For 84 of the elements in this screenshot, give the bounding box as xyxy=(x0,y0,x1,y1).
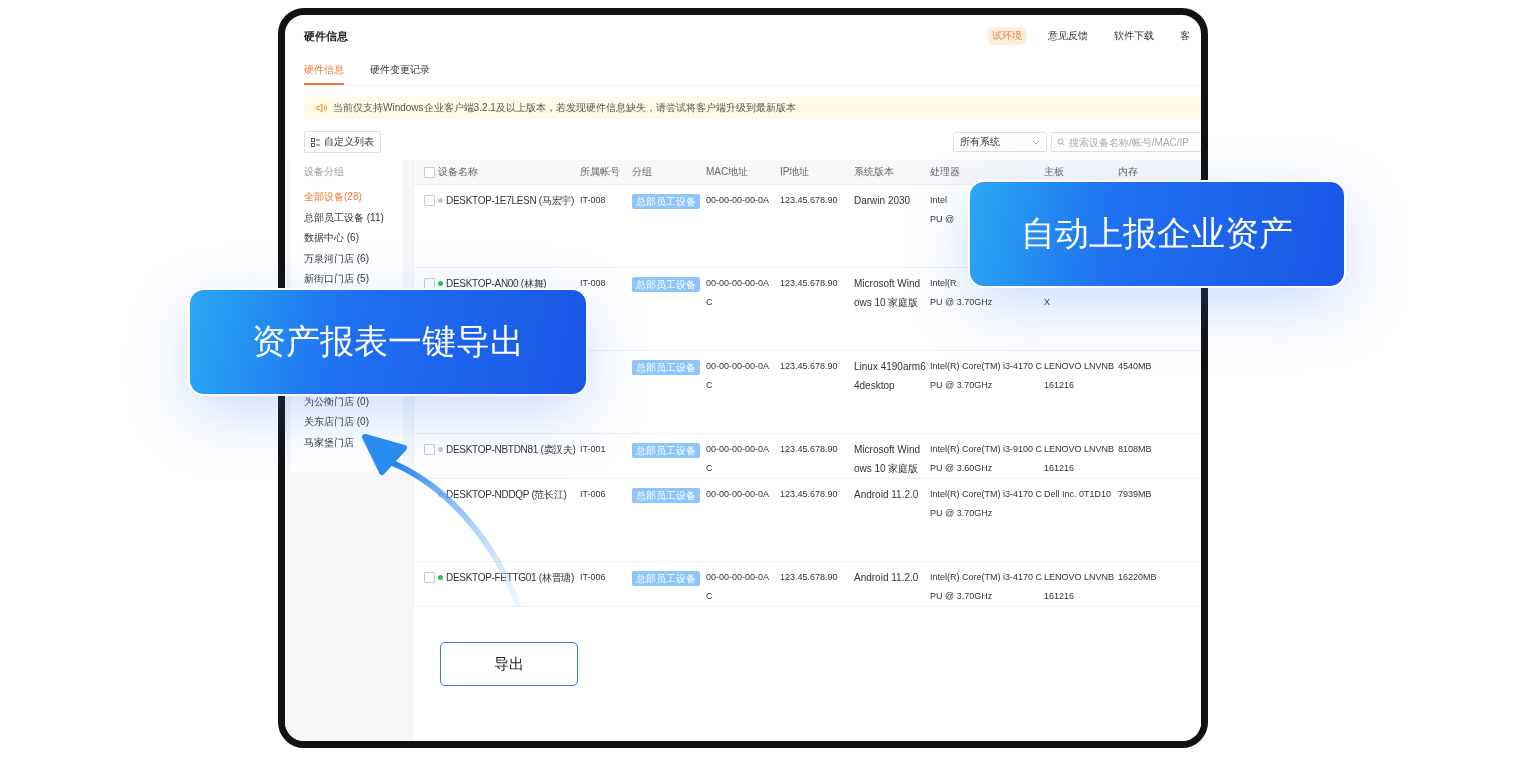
table-cell: Intel(R) Core(TM) i3-4170 C PU @ 3.70GHz xyxy=(930,361,1043,390)
table-cell: 123.45.678.90 xyxy=(780,278,838,288)
device-name: DESKTOP-1E7LESN (马宏宇) xyxy=(446,194,574,208)
checkbox[interactable] xyxy=(424,572,435,583)
notice-text: 当前仅支持Windows企业客户端3.2.1及以上版本，若发现硬件信息缺失，请尝试将客户端升级到最新版本 xyxy=(333,101,796,115)
table-cell: 00-00-00-00-0A xyxy=(706,489,770,499)
table-cell: 00-00-00-00-0A xyxy=(706,195,770,205)
table-cell: LENOVO LNVNB 161216 xyxy=(1044,444,1115,473)
table-cell: 123.45.678.90 xyxy=(780,361,838,371)
column-header: IP地址 xyxy=(780,166,810,177)
custom-list-button[interactable]: 自定义列表 xyxy=(304,131,381,153)
table-cell: 16220MB xyxy=(1118,572,1157,582)
table-cell: Intel PU @ xyxy=(930,195,955,224)
table-cell: LENOVO LNVNB 161216 xyxy=(1044,572,1115,601)
sidebar-item[interactable]: 总部员工设备 (11) xyxy=(304,211,384,224)
table-cell: IT-001 xyxy=(580,444,606,454)
group-tag: 总部员工设备 xyxy=(632,488,700,503)
table-cell: Linux 4190arm6 4desktop xyxy=(854,361,926,391)
speaker-icon xyxy=(316,103,327,113)
table-cell: 00-00-00-00-0A C xyxy=(706,444,770,473)
device-name: DESKTOP-NDDQP (范长江) xyxy=(446,488,567,502)
group-tag: 总部员工设备 xyxy=(632,277,700,292)
search-icon xyxy=(1057,138,1065,146)
group-tag: 总部员工设备 xyxy=(632,360,700,375)
column-header: 内存 xyxy=(1118,166,1138,177)
table-cell: Intel(R) Core(TM) i3-9100 C PU @ 3.60GHz xyxy=(930,444,1043,473)
table-cell: Android 11.2.0 xyxy=(854,572,919,583)
tab[interactable]: 硬件变更记录 xyxy=(370,63,430,85)
list-icon xyxy=(311,137,320,147)
column-header: 处理器 xyxy=(930,166,960,177)
sidebar-item[interactable]: 新街口门店 (5) xyxy=(304,273,369,285)
table-cell: 4540MB xyxy=(1118,361,1152,371)
column-header: MAC地址 xyxy=(706,166,749,177)
callout-banner: 自动上报企业资产 xyxy=(968,180,1346,288)
group-tag: 总部员工设备 xyxy=(632,194,700,209)
checkbox[interactable] xyxy=(424,166,435,178)
column-header: 所属帐号 xyxy=(580,166,620,177)
table-cell: 00-00-00-00-0A C xyxy=(706,361,770,390)
table-cell: LENOVO LNVNB 161216 xyxy=(1044,361,1115,390)
table-cell: X xyxy=(1044,297,1050,307)
group-tag: 总部员工设备 xyxy=(632,571,700,586)
chevron-down-icon xyxy=(1032,139,1040,145)
table-cell: 7939MB xyxy=(1118,489,1152,499)
table-cell: Android 11.2.0 xyxy=(854,489,919,500)
checkbox[interactable] xyxy=(424,195,435,206)
table-cell: 123.45.678.90 xyxy=(780,444,838,454)
export-button[interactable]: 导出 xyxy=(440,642,578,686)
header-link[interactable]: 客 xyxy=(1175,27,1195,45)
table-cell: Microsoft Wind ows 10 家庭版 xyxy=(854,444,921,474)
sidebar-item[interactable]: 万泉河门店 (6) xyxy=(304,252,369,265)
system-select[interactable]: 所有系统 xyxy=(953,132,1047,152)
table-cell: 123.45.678.90 xyxy=(780,489,838,499)
column-header: 主板 xyxy=(1044,166,1064,177)
table-cell: IT-008 xyxy=(580,195,606,205)
table-cell: 00-00-00-00-0A C xyxy=(706,572,770,601)
sidebar-item[interactable]: 为公衡门店 (0) xyxy=(304,395,369,408)
table-cell: IT-008 xyxy=(580,278,606,288)
device-name: DESKTOP-FETTG01 (林晋瑭) xyxy=(446,571,574,585)
table-cell: 123.45.678.90 xyxy=(780,572,838,582)
table-cell: IT-006 xyxy=(580,572,606,582)
table-cell: Intel(R) Core(TM) i3-4170 C PU @ 3.70GHz xyxy=(930,489,1043,518)
table-cell: 123.45.678.90 xyxy=(780,195,838,205)
device-name: DESKTOP-NBTDN81 (窦汉夫) xyxy=(446,443,576,457)
table-cell: Dell Inc. 0T1D10 xyxy=(1044,489,1112,499)
table-cell: 00-00-00-00-0A C xyxy=(706,278,770,307)
search-field[interactable]: 搜索设备名称/帐号/MAC/IP xyxy=(1051,132,1201,152)
header-link[interactable]: 意见反馈 xyxy=(1043,27,1093,45)
table-cell: 8108MB xyxy=(1118,444,1152,454)
table-cell: Intel(R) Core(TM) i3-4170 C PU @ 3.70GHz xyxy=(930,572,1043,601)
group-tag: 总部员工设备 xyxy=(632,443,700,458)
column-header: 设备名称 xyxy=(438,165,478,179)
sidebar-item[interactable]: 马家堡门店 xyxy=(304,436,354,449)
header-link[interactable]: 软件下载 xyxy=(1109,27,1159,45)
sidebar-item[interactable]: 数据中心 (6) xyxy=(304,232,359,244)
table-cell: Microsoft Wind ows 10 家庭版 xyxy=(854,278,921,308)
table-cell: Darwin 2030 xyxy=(854,195,911,206)
callout-banner: 资产报表一键导出 xyxy=(188,288,588,396)
checkbox[interactable] xyxy=(424,444,435,455)
column-header: 系统版本 xyxy=(854,166,894,177)
column-header: 分组 xyxy=(632,166,652,177)
sidebar-title: 设备分组 xyxy=(304,166,344,178)
page-title: 硬件信息 xyxy=(304,28,348,44)
sidebar-item[interactable]: 关东店门店 (0) xyxy=(304,416,369,428)
table-cell: IT-006 xyxy=(580,489,606,499)
